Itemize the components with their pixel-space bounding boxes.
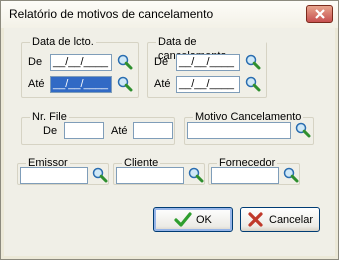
group-nr-file: Nr. File De Até [21, 110, 175, 145]
label-de: De [43, 125, 58, 137]
label-de: De [28, 56, 43, 68]
label-ate: Até [28, 78, 45, 90]
title-bar[interactable]: Relatório de motivos de cancelamento [1, 1, 338, 28]
magnifier-icon[interactable] [282, 166, 300, 184]
data-lcto-de-field[interactable]: __/__/____ [50, 54, 112, 71]
magnifier-icon[interactable] [91, 166, 109, 184]
group-data-cancelamento: Data de cancelamento De __/__/____ Até _… [147, 35, 267, 98]
close-icon [315, 9, 325, 19]
label-ate: Até [111, 125, 128, 137]
close-button[interactable] [306, 5, 333, 23]
emissor-field[interactable] [20, 167, 88, 184]
magnifier-icon[interactable] [187, 166, 205, 184]
magnifier-icon[interactable] [116, 75, 134, 93]
group-fornecedor: Fornecedor [208, 156, 300, 185]
group-motivo-cancelamento: Motivo Cancelamento [184, 110, 314, 145]
dialog-content: Data de lcto. De __/__/____ Até __/__/__… [4, 28, 335, 256]
magnifier-icon[interactable] [244, 75, 262, 93]
magnifier-icon[interactable] [116, 53, 134, 71]
group-data-lcto: Data de lcto. De __/__/____ Até __/__/__… [21, 35, 139, 98]
ok-button-label: OK [196, 214, 212, 226]
fornecedor-field[interactable] [211, 167, 279, 184]
data-lcto-ate-field[interactable]: __/__/____ [50, 76, 112, 93]
magnifier-icon[interactable] [294, 121, 312, 139]
group-emissor: Emissor [17, 156, 109, 185]
window-title: Relatório de motivos de cancelamento [9, 7, 214, 21]
nr-file-ate-field[interactable] [133, 122, 173, 139]
data-cancel-de-field[interactable]: __/__/____ [176, 54, 240, 71]
label-de: De [154, 56, 169, 68]
data-cancel-ate-field[interactable]: __/__/____ [176, 76, 240, 93]
group-legend-data-lcto: Data de lcto. [30, 35, 96, 49]
cliente-field[interactable] [116, 167, 184, 184]
motivo-cancelamento-field[interactable] [187, 122, 291, 139]
group-cliente: Cliente [113, 156, 205, 185]
ok-button[interactable]: OK [153, 207, 233, 232]
x-icon [248, 212, 263, 227]
dialog-window: Relatório de motivos de cancelamento Dat… [0, 0, 339, 260]
label-ate: Até [154, 78, 171, 90]
magnifier-icon[interactable] [244, 53, 262, 71]
nr-file-de-field[interactable] [64, 122, 104, 139]
cancel-button-label: Cancelar [269, 214, 314, 226]
cancel-button[interactable]: Cancelar [240, 207, 320, 232]
check-icon [174, 212, 192, 227]
